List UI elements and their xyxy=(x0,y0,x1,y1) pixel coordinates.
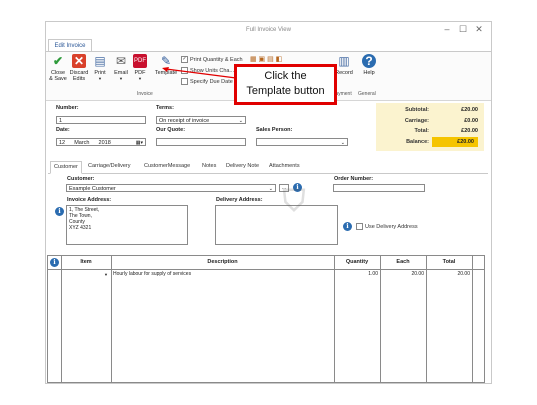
group-label-invoice: Invoice xyxy=(137,91,153,97)
balance-value: £20.00 xyxy=(432,137,478,147)
date-month: March xyxy=(74,140,90,146)
window-title: Full Invoice View xyxy=(246,27,291,33)
envelope-icon: ✉ xyxy=(115,54,127,68)
calendar-icon[interactable]: ▦▾ xyxy=(136,139,143,147)
subtotal-row: Subtotal: £20.00 xyxy=(376,105,484,115)
chevron-down-icon: ▼ xyxy=(98,76,102,81)
grid-divider xyxy=(111,255,112,383)
checkbox-icon xyxy=(356,223,363,231)
date-day: 12 xyxy=(59,140,66,146)
checkbox-checked-icon: ✓ xyxy=(181,56,188,64)
invoice-address-label: Invoice Address: xyxy=(67,197,112,203)
callout-line-1: Click the xyxy=(264,70,307,82)
carriage-row: Carriage: £0.00 xyxy=(376,116,484,126)
grid-divider xyxy=(472,255,473,383)
printer-icon: ▤ xyxy=(94,54,106,68)
address-line: XYZ 4321 xyxy=(69,225,92,231)
total-row: Total: £20.00 xyxy=(376,126,484,136)
checkmark-icon: ✔ xyxy=(52,54,64,68)
use-delivery-address-label: Use Delivery Address xyxy=(365,224,418,230)
our-quote-label: Our Quote: xyxy=(156,127,186,133)
print-quantity-checkbox[interactable]: ✓ Print Quantity & Each xyxy=(181,56,243,64)
row-description[interactable]: Hourly labour for supply of services xyxy=(113,271,333,278)
chevron-down-icon: ⌄ xyxy=(238,118,243,124)
tab-notes[interactable]: Notes xyxy=(199,161,219,172)
date-year: 2018 xyxy=(98,140,111,146)
hidden-toolbar-icons: ▦ ▣ ▤ ◧ xyxy=(250,56,283,63)
chevron-down-icon: ▼ xyxy=(138,76,142,81)
info-icon[interactable]: i xyxy=(50,258,59,267)
terms-select[interactable]: On receipt of invoice ⌄ xyxy=(156,116,246,124)
help-button[interactable]: ? Help xyxy=(358,54,380,76)
pdf-button[interactable]: PDF PDF ▼ xyxy=(129,54,151,82)
pdf-icon: PDF xyxy=(133,54,147,68)
callout-line-2: Template button xyxy=(246,85,325,97)
minimize-button[interactable]: – xyxy=(440,23,454,35)
close-save-button[interactable]: ✔ Close & Save xyxy=(47,54,69,82)
x-icon: ✕ xyxy=(72,54,86,68)
subtotal-value: £20.00 xyxy=(461,107,478,113)
header-description: Description xyxy=(207,259,238,265)
help-label: Help xyxy=(363,70,375,76)
header-quantity: Quantity xyxy=(345,259,369,265)
header-item: Item xyxy=(80,259,92,265)
total-label: Total: xyxy=(414,128,429,134)
tab-customer-message[interactable]: CustomerMessage xyxy=(141,161,193,172)
terms-value: On receipt of invoice xyxy=(159,118,210,124)
date-label: Date: xyxy=(56,127,70,133)
customer-label: Customer: xyxy=(67,176,95,182)
close-save-label: Close & Save xyxy=(49,70,67,82)
subtotal-label: Subtotal: xyxy=(405,107,429,113)
date-picker[interactable]: 12 March 2018 ▦▾ xyxy=(56,138,146,146)
customer-value: Example Customer xyxy=(69,186,116,192)
info-icon[interactable]: i xyxy=(343,222,352,231)
print-button[interactable]: ▤ Print ▼ xyxy=(89,54,111,82)
use-delivery-address-checkbox[interactable]: Use Delivery Address xyxy=(356,223,418,231)
sales-person-label: Sales Person: xyxy=(256,127,293,133)
tab-customer[interactable]: Customer xyxy=(50,161,82,174)
header-total: Total xyxy=(442,259,456,265)
row-each[interactable]: 20.00 xyxy=(380,271,424,278)
order-number-field[interactable] xyxy=(333,184,425,192)
watermark-logo: ⛉ xyxy=(282,185,306,218)
row-total: 20.00 xyxy=(457,271,470,277)
record-label: Record xyxy=(335,70,353,76)
question-icon: ? xyxy=(362,54,376,68)
record-payment-icon: ▥ xyxy=(338,54,350,68)
group-label-general: General xyxy=(358,91,376,97)
close-button[interactable]: ✕ xyxy=(472,23,486,35)
callout-arrow xyxy=(162,67,237,79)
header-each: Each xyxy=(396,259,410,265)
instruction-callout: Click the Template button xyxy=(234,64,337,105)
discard-edits-label: Discard Edits xyxy=(69,70,89,82)
row-quantity[interactable]: 1.00 xyxy=(334,271,378,278)
print-quantity-label: Print Quantity & Each xyxy=(190,57,243,63)
invoice-address-field[interactable]: 1, The Street, The Town, County XYZ 4321 xyxy=(66,205,188,245)
terms-label: Terms: xyxy=(156,105,174,111)
tab-carriage-delivery[interactable]: Carriage/Delivery xyxy=(85,161,134,172)
tab-attachments[interactable]: Attachments xyxy=(266,161,303,172)
sales-person-select[interactable]: ⌄ xyxy=(256,138,348,146)
grid-divider xyxy=(61,255,62,383)
balance-label: Balance: xyxy=(406,139,429,145)
carriage-label: Carriage: xyxy=(404,118,429,124)
number-label: Number: xyxy=(56,105,79,111)
our-quote-field[interactable] xyxy=(156,138,246,146)
chevron-down-icon: ⌄ xyxy=(340,140,345,146)
carriage-value: £0.00 xyxy=(464,118,478,124)
item-dropdown-icon[interactable]: ▼ xyxy=(104,271,108,278)
discard-edits-button[interactable]: ✕ Discard Edits xyxy=(68,54,90,82)
tab-delivery-note[interactable]: Delivery Note xyxy=(223,161,262,172)
number-field[interactable]: 1 xyxy=(56,116,146,124)
info-icon[interactable]: i xyxy=(55,207,64,216)
totals-summary: Subtotal: £20.00 Carriage: £0.00 Total: … xyxy=(376,103,484,151)
total-value: £20.00 xyxy=(461,128,478,134)
maximize-button[interactable]: ☐ xyxy=(456,23,470,35)
balance-row: Balance: £20.00 xyxy=(376,137,484,147)
